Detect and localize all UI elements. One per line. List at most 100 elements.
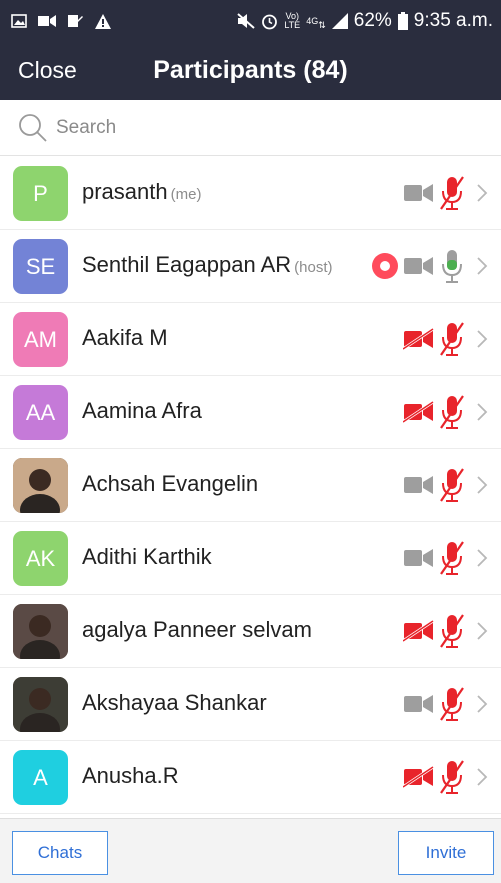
chevron-right-icon[interactable] — [473, 402, 491, 422]
participant-name: Achsah Evangelin — [82, 471, 258, 497]
participant-status-icons — [403, 175, 491, 211]
participant-row[interactable]: SE Senthil Eagappan AR (host) — [0, 230, 501, 303]
participant-status-icons — [403, 759, 491, 795]
warning-icon — [94, 13, 112, 29]
participant-name: Aamina Afra — [82, 398, 202, 424]
participant-status-icons — [403, 686, 491, 722]
participant-name: Adithi Karthik — [82, 544, 212, 570]
avatar: AK — [13, 531, 68, 586]
microphone-muted-icon — [439, 540, 465, 576]
network-4g-icon: 4G ⇅ — [306, 15, 326, 30]
battery-icon — [397, 12, 408, 30]
participant-name: Akshayaa Shankar — [82, 690, 267, 716]
volte-icon: Vo) LTE — [284, 11, 301, 30]
video-off-icon — [403, 328, 435, 350]
microphone-muted-icon — [439, 175, 465, 211]
network-label: 4G — [306, 15, 319, 26]
participant-name-text: Aamina Afra — [82, 398, 202, 423]
chevron-right-icon[interactable] — [473, 621, 491, 641]
chevron-right-icon[interactable] — [473, 548, 491, 568]
chevron-right-icon[interactable] — [473, 475, 491, 495]
recording-icon — [371, 252, 399, 280]
battery-percent: 62% — [353, 10, 392, 31]
page-title: Participants (84) — [153, 56, 348, 84]
participant-name-text: Anusha.R — [82, 763, 179, 788]
chevron-right-icon[interactable] — [473, 329, 491, 349]
microphone-muted-icon — [439, 759, 465, 795]
microphone-icon — [439, 248, 465, 284]
participant-status-icons — [403, 540, 491, 576]
participant-name-text: Achsah Evangelin — [82, 471, 259, 496]
avatar — [13, 677, 68, 732]
gallery-icon — [10, 13, 28, 29]
microphone-muted-icon — [439, 321, 465, 357]
search-bar — [0, 100, 501, 156]
participant-row[interactable]: agalya Panneer selvam — [0, 595, 501, 668]
status-left — [10, 13, 112, 29]
clock: 9:35 a.m. — [413, 10, 493, 31]
video-notification-icon — [38, 13, 56, 29]
participant-status-icons — [403, 321, 491, 357]
video-camera-icon — [403, 182, 435, 204]
participant-name: prasanth (me) — [82, 179, 201, 205]
participant-status-icons — [403, 467, 491, 503]
participant-name-text: Aakifa M — [82, 325, 168, 350]
bottom-bar: Chats Invite — [0, 818, 501, 883]
participant-row[interactable]: AK Adithi Karthik — [0, 522, 501, 595]
chevron-right-icon[interactable] — [473, 183, 491, 203]
search-icon — [18, 113, 48, 143]
chevron-right-icon[interactable] — [473, 256, 491, 276]
video-off-icon — [403, 620, 435, 642]
avatar — [13, 458, 68, 513]
participant-name-text: Adithi Karthik — [82, 544, 212, 569]
video-off-icon — [403, 766, 435, 788]
participant-row[interactable]: AM Aakifa M — [0, 303, 501, 376]
signal-icon — [331, 13, 348, 29]
avatar: SE — [13, 239, 68, 294]
participant-row[interactable]: Akshayaa Shankar — [0, 668, 501, 741]
participant-name-text: prasanth — [82, 179, 168, 204]
video-camera-icon — [403, 474, 435, 496]
participant-name: Aakifa M — [82, 325, 168, 351]
microphone-muted-icon — [439, 467, 465, 503]
participant-status-icons — [371, 248, 491, 284]
search-input[interactable] — [56, 116, 456, 139]
microphone-muted-icon — [439, 686, 465, 722]
participant-row[interactable]: A Anusha.R — [0, 741, 501, 814]
microphone-muted-icon — [439, 394, 465, 430]
chats-button[interactable]: Chats — [12, 831, 108, 875]
header: Close Participants (84) — [0, 42, 501, 100]
mute-icon — [237, 13, 256, 29]
participant-row[interactable]: Pprasanth (me) — [0, 157, 501, 230]
video-camera-icon — [403, 693, 435, 715]
avatar: A — [13, 750, 68, 805]
participant-name: Anusha.R — [82, 763, 179, 789]
chevron-right-icon[interactable] — [473, 694, 491, 714]
microphone-muted-icon — [439, 613, 465, 649]
participant-name: Senthil Eagappan AR (host) — [82, 252, 333, 278]
participant-role-tag: (host) — [294, 259, 333, 276]
participant-name: agalya Panneer selvam — [82, 617, 312, 643]
chevron-right-icon[interactable] — [473, 767, 491, 787]
avatar: AM — [13, 312, 68, 367]
participant-role-tag: (me) — [170, 186, 202, 203]
avatar: AA — [13, 385, 68, 440]
participant-name-text: Senthil Eagappan AR — [82, 252, 292, 277]
participant-status-icons — [403, 394, 491, 430]
video-camera-icon — [403, 255, 435, 277]
participant-name-text: agalya Panneer selvam — [82, 617, 312, 642]
status-right: Vo) LTE 4G ⇅ 62% 9:35 a.m. — [237, 10, 493, 32]
avatar: P — [13, 166, 68, 221]
video-camera-icon — [403, 547, 435, 569]
video-off-icon — [403, 401, 435, 423]
participant-row[interactable]: Achsah Evangelin — [0, 449, 501, 522]
status-bar: Vo) LTE 4G ⇅ 62% 9:35 a.m. — [0, 0, 501, 42]
invite-button[interactable]: Invite — [398, 831, 494, 875]
participant-name-text: Akshayaa Shankar — [82, 690, 267, 715]
participant-status-icons — [403, 613, 491, 649]
avatar — [13, 604, 68, 659]
app-notification-icon — [66, 13, 84, 29]
participant-row[interactable]: AA Aamina Afra — [0, 376, 501, 449]
alarm-icon — [261, 13, 278, 30]
participant-list: Pprasanth (me) SE Senthil Eagappan AR (host)… — [0, 157, 501, 814]
